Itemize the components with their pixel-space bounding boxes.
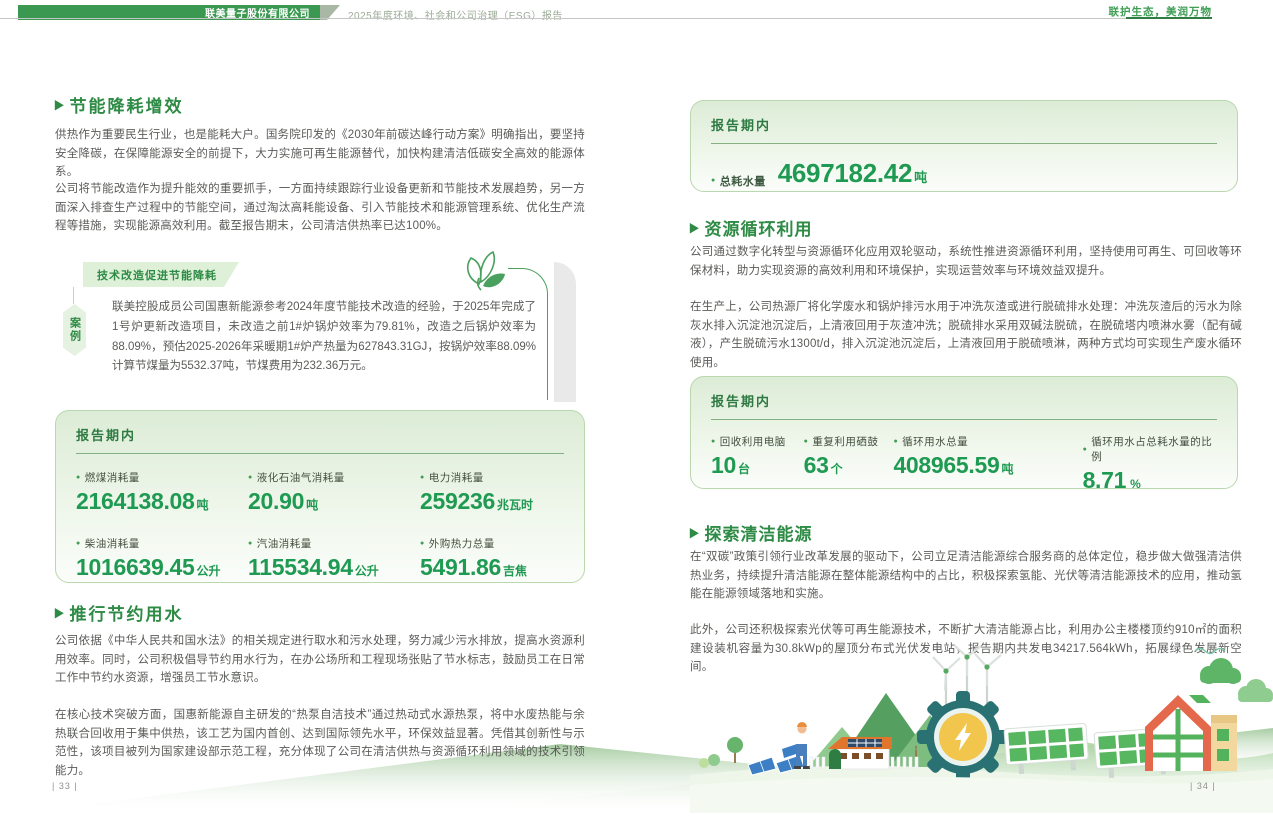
energy-paragraph-2: 公司将节能改造作为提升能效的重要抓手，一方面持续跟踪行业设备更新和节能技术发展趋… — [55, 180, 585, 236]
bullet-icon: ● — [1083, 446, 1088, 453]
metric-electricity: ●电力消耗量 259236兆瓦时 — [420, 470, 564, 515]
data-box-divider — [711, 143, 1217, 144]
report-spread: 联美量子股份有限公司 2025年度环境、社会和公司治理（ESG）报告 联护生态，… — [0, 0, 1273, 833]
metric-toner-cartridges: ●重复利用硒鼓 63个 — [804, 434, 894, 494]
leaf-icon — [457, 248, 509, 292]
bullet-icon: ● — [248, 540, 253, 547]
section-arrow-icon: ▶ — [690, 220, 698, 235]
page-number-right: | 34 | — [1190, 781, 1216, 791]
squiggle-decoration — [1195, 649, 1225, 654]
bullet-icon: ● — [76, 474, 81, 481]
bullet-icon: ● — [248, 474, 253, 481]
metric-gasoline: ●汽油消耗量 115534.94公升 — [248, 536, 420, 581]
recycle-data-box: 报告期内 ●回收利用电脑 10台 ●重复利用硒鼓 63个 ●循环用水总量 408… — [690, 376, 1238, 489]
case-study-box: 技术改造促进节能降耗 案例 联美控股成员公司国惠新能源参考2024年度节能技术改… — [62, 256, 574, 402]
section-title-water-saving: ▶ 推行节约用水 — [55, 600, 183, 625]
metric-computers: ●回收利用电脑 10台 — [711, 434, 804, 494]
data-box-divider — [76, 453, 564, 454]
section-arrow-icon: ▶ — [55, 605, 63, 620]
section-arrow-icon: ▶ — [690, 525, 698, 540]
metric-lpg: ●液化石油气消耗量 20.90吨 — [248, 470, 420, 515]
bullet-icon: ● — [711, 438, 716, 445]
data-box-title: 报告期内 — [76, 425, 564, 444]
cloud-icon — [1200, 658, 1241, 684]
case-box-shadow — [554, 262, 576, 402]
water-paragraph-1: 公司依据《中华人民共和国水法》的相关规定进行取水和污水处理，努力减少污水排放，提… — [55, 632, 585, 688]
case-connector-line — [73, 287, 74, 304]
clean-paragraph-1: 在“双碳”政策引领行业改革发展的驱动下，公司立足清洁能源综合服务商的总体定位，稳… — [690, 548, 1242, 604]
section-title-energy-saving: ▶ 节能降耗增效 — [55, 92, 183, 117]
eco-house-icon — [1145, 695, 1237, 771]
cloud-icon — [1238, 679, 1273, 702]
bullet-icon: ● — [711, 177, 716, 184]
energy-paragraph-1: 供热作为重要民生行业，也是能耗大户。国务院印发的《2030年前碳达峰行动方案》明… — [55, 126, 585, 182]
section-title-clean-energy: ▶ 探索清洁能源 — [690, 520, 812, 545]
case-body-text: 联美控股成员公司国惠新能源参考2024年度节能技术改造的经验，于2025年完成了… — [112, 298, 536, 377]
metric-total-water: ●总耗水量 4697182.42吨 — [711, 158, 1217, 189]
section-arrow-icon: ▶ — [55, 97, 63, 112]
energy-data-box: 报告期内 ●燃煤消耗量 2164138.08吨 ●液化石油气消耗量 20.90吨… — [55, 410, 585, 583]
report-title: 2025年度环境、社会和公司治理（ESG）报告 — [348, 7, 563, 22]
case-tab-title: 技术改造促进节能降耗 — [83, 262, 239, 287]
water-total-box: 报告期内 ●总耗水量 4697182.42吨 — [690, 100, 1238, 192]
bullet-icon: ● — [420, 540, 425, 547]
header-divider — [0, 18, 1212, 19]
data-box-divider — [711, 419, 1217, 420]
bullet-icon: ● — [420, 474, 425, 481]
gear-energy-icon — [917, 691, 1009, 783]
case-badge: 案例 — [63, 304, 86, 356]
eco-illustration — [690, 645, 1273, 813]
water-paragraph-2: 在核心技术突破方面，国惠新能源自主研发的“热泵自洁技术”通过热动式水源热泵，将中… — [55, 706, 585, 781]
metric-recycled-water-ratio: ●循环用水占总耗水量的比例 8.71% — [1083, 434, 1217, 494]
metric-recycled-water: ●循环用水总量 408965.59吨 — [893, 434, 1082, 494]
recycle-paragraph-1: 公司通过数字化转型与资源循环化应用双轮驱动，系统性推进资源循环利用，坚持使用可再… — [690, 243, 1242, 280]
page-number-left: | 33 | — [52, 781, 78, 791]
bullet-icon: ● — [804, 438, 809, 445]
metric-diesel: ●柴油消耗量 1016639.45公升 — [76, 536, 248, 581]
metric-purchased-heat: ●外购热力总量 5491.86吉焦 — [420, 536, 564, 581]
section-title-recycle: ▶ 资源循环利用 — [690, 215, 812, 240]
bullet-icon: ● — [76, 540, 81, 547]
recycle-paragraph-2: 在生产上，公司热源厂将化学废水和锅炉排污水用于冲洗灰渣或进行脱硫排水处理：冲洗灰… — [690, 298, 1242, 373]
metric-coal: ●燃煤消耗量 2164138.08吨 — [76, 470, 248, 515]
header-divider-accent — [1126, 17, 1212, 19]
bullet-icon: ● — [893, 438, 898, 445]
